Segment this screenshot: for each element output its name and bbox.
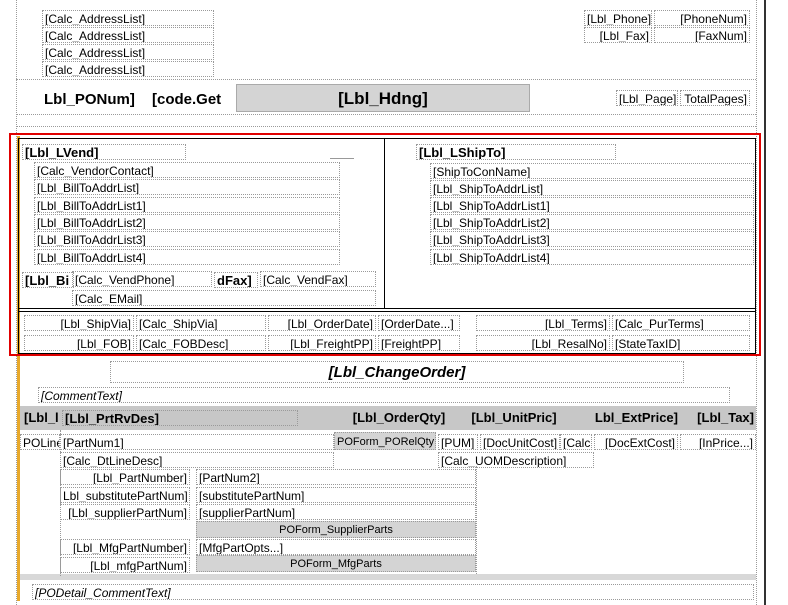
substitute-field[interactable]: [substitutePartNum] <box>196 487 476 503</box>
mfgpartnumber-label[interactable]: [Lbl_MfgPartNumber] <box>60 539 190 555</box>
header-divider-3 <box>16 126 756 127</box>
total-pages-field[interactable]: TotalPages] <box>680 90 750 106</box>
poline-field[interactable]: POLine <box>20 434 60 450</box>
header-divider-1 <box>16 79 756 80</box>
partnum2-field[interactable]: [PartNum2] <box>196 469 476 485</box>
col-header-extprice[interactable]: Lbl_ExtPrice] <box>570 410 680 426</box>
address-field-4[interactable]: [Calc_AddressList] <box>42 61 214 77</box>
mfgpartnum-label[interactable]: [Lbl_mfgPartNum] <box>60 557 190 573</box>
docextcost-field[interactable]: [DocExtCost] <box>594 434 678 450</box>
comment-text-field[interactable]: [CommentText] <box>38 387 730 403</box>
heading-label[interactable]: [Lbl_Hdng] <box>236 84 530 112</box>
col-header-tax[interactable]: [Lbl_Tax] <box>682 410 756 426</box>
inprice-field[interactable]: [InPrice...] <box>680 434 756 450</box>
col-header-prtrvdes[interactable]: [Lbl_PrtRvDes] <box>62 410 298 426</box>
col-header-orderqty[interactable]: [Lbl_OrderQty] <box>334 410 464 426</box>
right-margin-area <box>766 0 788 605</box>
mfgpartopts-field[interactable]: [MfgPartOpts...] <box>196 539 476 555</box>
address-field-1[interactable]: [Calc_AddressList] <box>42 10 214 26</box>
partnum1-field[interactable]: [PartNum1] <box>60 434 334 450</box>
substitute-label[interactable]: Lbl_substitutePartNum] <box>60 487 190 503</box>
supplier-field[interactable]: [supplierPartNum] <box>196 504 476 520</box>
change-order-label[interactable]: [Lbl_ChangeOrder] <box>110 361 684 383</box>
supplier-label[interactable]: [Lbl_supplierPartNum] <box>60 504 190 520</box>
fax-number[interactable]: [FaxNum] <box>654 27 750 43</box>
dtlinedesc-field[interactable]: [Calc_DtLineDesc] <box>60 452 334 468</box>
detail-col-guide-2 <box>476 466 477 574</box>
calc-field[interactable]: [Calc <box>560 434 592 450</box>
col-header-unitpric[interactable]: [Lbl_UnitPric] <box>466 410 562 426</box>
phone-number[interactable]: [PhoneNum] <box>654 10 750 26</box>
code-get-field[interactable]: [code.Get <box>150 90 234 110</box>
uomdesc-field[interactable]: [Calc_UOMDescription] <box>438 452 594 468</box>
address-field-3[interactable]: [Calc_AddressList] <box>42 44 214 60</box>
section-separator-band <box>20 574 756 580</box>
partnumber-label[interactable]: [Lbl_PartNumber] <box>60 469 190 485</box>
address-field-2[interactable]: [Calc_AddressList] <box>42 27 214 43</box>
phone-label[interactable]: [Lbl_Phone] <box>584 10 652 26</box>
page-label[interactable]: [Lbl_Page] <box>616 90 678 106</box>
col-header-line[interactable]: [Lbl_l <box>22 410 58 426</box>
docunitcost-field[interactable]: [DocUnitCost] <box>480 434 560 450</box>
supplierparts-subreport[interactable]: POForm_SupplierParts <box>196 521 476 538</box>
fax-label[interactable]: [Lbl_Fax] <box>584 27 652 43</box>
podetail-comment-field[interactable]: [PODetail_CommentText] <box>32 584 754 600</box>
pum-field[interactable]: [PUM] <box>438 434 478 450</box>
selection-highlight <box>9 133 761 356</box>
detail-col-guide-1 <box>60 430 61 576</box>
porelqty-field[interactable]: POForm_PORelQty <box>334 432 436 450</box>
ponum-label[interactable]: Lbl_PONum] <box>42 90 148 110</box>
header-divider-2 <box>16 114 756 115</box>
mfgparts-subreport[interactable]: POForm_MfgParts <box>196 555 476 572</box>
